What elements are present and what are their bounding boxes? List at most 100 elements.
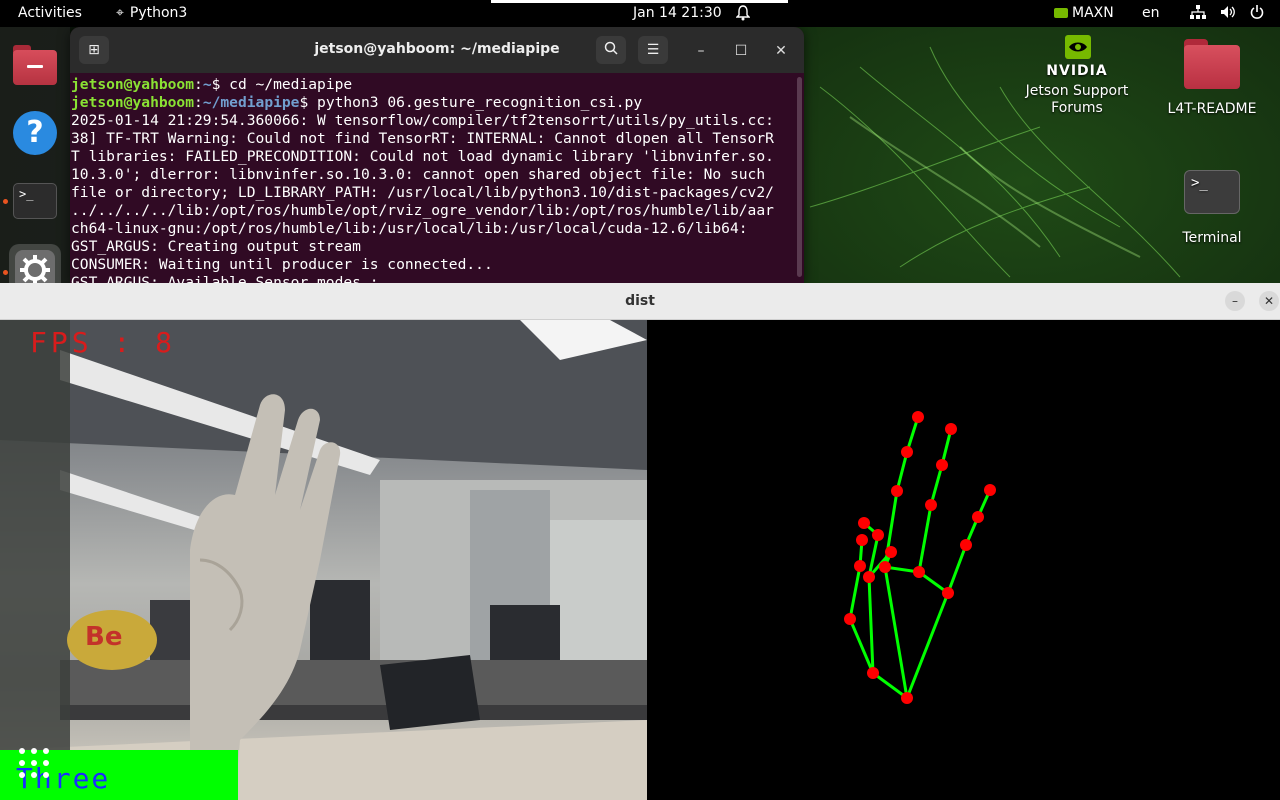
maximize-button[interactable]: ☐	[731, 41, 751, 61]
camera-scene: Be	[0, 320, 647, 800]
terminal-icon: >_	[1184, 170, 1240, 214]
power-mode-label: MAXN	[1072, 5, 1114, 21]
maximize-icon: ☐	[734, 43, 748, 59]
dock-files[interactable]	[9, 39, 61, 91]
search-button[interactable]	[596, 36, 626, 64]
close-button[interactable]: ✕	[771, 41, 791, 61]
landmark-connection	[917, 504, 933, 573]
running-indicator	[3, 270, 8, 275]
terminal-line: jetson@yahboom:~/mediapipe$ python3 06.g…	[71, 94, 643, 111]
landmark-point	[936, 459, 948, 471]
minimize-button[interactable]: –	[1225, 291, 1245, 311]
landmark-connection	[929, 464, 944, 506]
help-icon: ?	[13, 111, 57, 155]
activities-button[interactable]: Activities	[18, 5, 82, 21]
folder-icon	[1184, 39, 1240, 89]
dist-title: dist	[625, 293, 655, 309]
nvidia-eye-icon	[1054, 8, 1068, 18]
landmark-point	[891, 485, 903, 497]
terminal-output[interactable]: jetson@yahboom:~$ cd ~/mediapipe jetson@y…	[70, 73, 804, 283]
landmark-point	[945, 423, 957, 435]
dock-help[interactable]: ?	[9, 107, 61, 159]
landmark-point	[960, 539, 972, 551]
landmark-point	[901, 446, 913, 458]
landmark-point	[885, 546, 897, 558]
landmark-connection	[883, 566, 909, 699]
terminal-line: CONSUMER: Waiting until producer is conn…	[71, 256, 493, 273]
hand-skeleton	[844, 411, 996, 704]
terminal-scrollbar[interactable]	[797, 77, 802, 277]
system-menu[interactable]	[1190, 5, 1264, 23]
terminal-line: 10.3.0'; dlerror: libnvinfer.so.10.3.0: …	[71, 166, 766, 183]
python-app-icon: ⌖	[116, 5, 124, 21]
show-apps-icon[interactable]	[18, 747, 50, 783]
desktop-icon-label: L4T-README	[1167, 101, 1257, 117]
power-icon	[1250, 5, 1264, 23]
camera-feed: Be FPS : 8 Three	[0, 320, 647, 800]
landmark-point	[844, 613, 856, 625]
dist-window[interactable]: dist – ✕ Be FPS: 8 Three	[0, 283, 1280, 800]
landmark-point	[854, 560, 866, 572]
close-button[interactable]: ✕	[1259, 291, 1279, 311]
terminal-line: ../../../../lib:/opt/ros/humble/opt/rviz…	[71, 202, 774, 219]
dist-titlebar[interactable]: dist – ✕	[0, 283, 1280, 320]
package-text: Be	[85, 622, 122, 652]
landmark-point	[858, 517, 870, 529]
bell-icon[interactable]	[735, 5, 751, 25]
dock-terminal[interactable]: >_	[9, 175, 61, 227]
fps-counter: FPS : 8	[30, 326, 177, 359]
landmark-connection	[946, 544, 968, 594]
landmark-point	[972, 511, 984, 523]
nvidia-logo-icon	[1047, 33, 1107, 67]
close-icon: ✕	[1263, 294, 1275, 308]
landmark-point	[872, 529, 884, 541]
landmark-connection	[895, 451, 909, 492]
landmark-point	[901, 692, 913, 704]
landmark-connection	[867, 576, 875, 674]
desktop-icon-label: Terminal	[1182, 230, 1242, 246]
landmark-connection	[848, 565, 862, 620]
minimize-icon: –	[1232, 294, 1238, 308]
clock[interactable]: Jan 14 21:30	[633, 5, 722, 21]
landmark-point	[913, 566, 925, 578]
landmark-point	[984, 484, 996, 496]
desktop-icon-l4t-readme[interactable]: L4T-README	[1152, 39, 1272, 118]
app-menu[interactable]: ⌖ Python3	[116, 5, 187, 21]
terminal-line: jetson@yahboom:~$ cd ~/mediapipe	[71, 76, 353, 93]
network-icon	[1190, 5, 1206, 23]
landmark-connection	[905, 592, 950, 699]
desktop-icon-jetson-forums[interactable]: NVIDIA Jetson Support Forums	[1017, 33, 1137, 117]
minimize-button[interactable]: –	[691, 41, 711, 61]
app-menu-label: Python3	[129, 5, 188, 21]
terminal-line: 2025-01-14 21:29:54.360066: W tensorflow…	[71, 112, 774, 129]
language-indicator[interactable]: en	[1142, 5, 1160, 21]
landmark-point	[912, 411, 924, 423]
landmark-point	[942, 587, 954, 599]
desktop-icon-label: Jetson Support Forums	[1025, 83, 1129, 116]
terminal-line: file or directory; LD_LIBRARY_PATH: /usr…	[71, 184, 774, 201]
volume-icon	[1220, 5, 1236, 23]
close-icon: ✕	[775, 43, 787, 59]
running-indicator	[3, 199, 8, 204]
minimize-icon: –	[697, 43, 705, 59]
terminal-window[interactable]: ⊞ jetson@yahboom: ~/mediapipe ☰ – ☐ ✕ je…	[70, 27, 804, 283]
landmark-connection	[848, 618, 875, 674]
landmark-point	[925, 499, 937, 511]
search-icon	[604, 41, 618, 59]
terminal-line: ch64-linux-gnu:/opt/ros/humble/lib:/usr/…	[71, 220, 748, 237]
files-icon	[13, 45, 57, 85]
desktop-icon-terminal[interactable]: >_ Terminal	[1152, 170, 1272, 247]
landmark-point	[863, 571, 875, 583]
menu-button[interactable]: ☰	[638, 36, 668, 64]
top-bar: Activities ⌖ Python3 Jan 14 21:30 MAXN e…	[0, 0, 1280, 27]
landmark-point	[856, 534, 868, 546]
terminal-headerbar[interactable]: ⊞ jetson@yahboom: ~/mediapipe ☰ – ☐ ✕	[70, 27, 804, 73]
hamburger-icon: ☰	[646, 42, 660, 58]
terminal-line: GST_ARGUS: Creating output stream	[71, 238, 361, 255]
power-mode-indicator[interactable]: MAXN	[1054, 5, 1114, 21]
terminal-icon: >_	[13, 183, 57, 219]
landmark-point	[879, 561, 891, 573]
landmark-point	[867, 667, 879, 679]
terminal-line: 38] TF-TRT Warning: Could not find Tenso…	[71, 130, 774, 147]
landmark-connection	[872, 671, 908, 700]
